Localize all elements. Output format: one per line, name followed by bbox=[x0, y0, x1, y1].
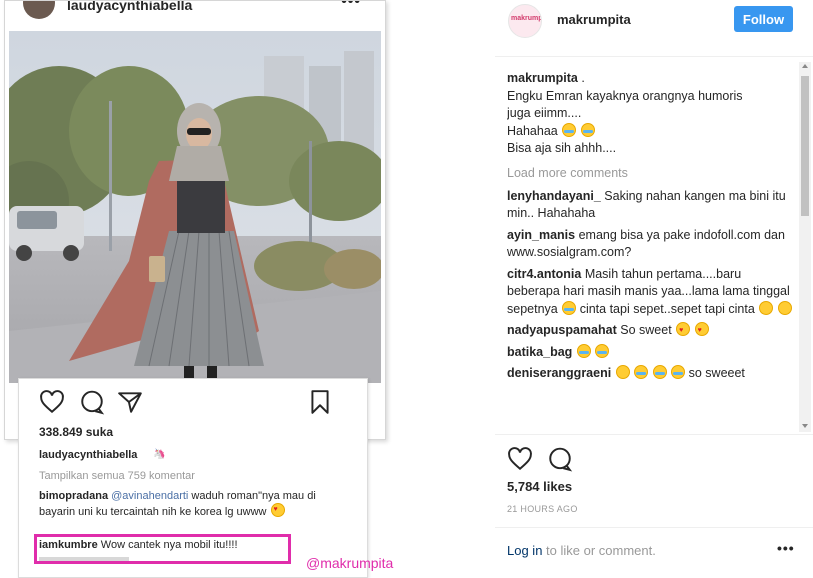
comment-author-link[interactable]: batika_bag bbox=[507, 345, 572, 359]
scroll-down-arrow-icon[interactable] bbox=[802, 424, 808, 428]
comment-mention: @avinahendarti bbox=[111, 490, 189, 502]
avatar[interactable]: makrumpita bbox=[508, 4, 542, 38]
comments-scrollbar[interactable] bbox=[799, 62, 811, 432]
login-prompt: Log in to like or comment. bbox=[507, 543, 656, 558]
post-username-link[interactable]: makrumpita bbox=[557, 12, 631, 27]
tears-of-joy-emoji-icon bbox=[671, 365, 686, 379]
comment-item: ayin_manis emang bisa ya pake indofoll.c… bbox=[507, 227, 797, 262]
login-prompt-text: to like or comment. bbox=[546, 543, 656, 558]
comment-text: so sweeet bbox=[688, 366, 745, 380]
post-side-panel: makrumpita makrumpita Follow makrumpita … bbox=[495, 0, 813, 578]
tears-of-joy-emoji-icon bbox=[595, 343, 610, 358]
caption: makrumpita . Engku Emran kayaknya orangn… bbox=[507, 70, 797, 158]
caption-author-suffix: . bbox=[581, 71, 585, 85]
screenshot-post-card: laudyacynthiabella ••• bbox=[4, 0, 386, 440]
highlight-box bbox=[34, 534, 291, 564]
login-link[interactable]: Log in bbox=[507, 543, 542, 558]
actions-divider bbox=[495, 434, 813, 435]
comment-item: citr4.antonia Masih tahun pertama....bar… bbox=[507, 266, 797, 319]
screenshot-view-all-comments: Tampilkan semua 759 komentar bbox=[39, 470, 195, 482]
screenshot-username: laudyacynthiabella bbox=[67, 0, 193, 13]
heart-icon bbox=[40, 390, 64, 414]
comment-item: batika_bag bbox=[507, 343, 797, 362]
tears-of-joy-emoji-icon bbox=[562, 122, 577, 137]
like-heart-icon[interactable] bbox=[507, 446, 533, 472]
caption-line: Hahahaa bbox=[507, 123, 558, 138]
tears-of-joy-emoji-icon bbox=[580, 122, 595, 137]
load-more-comments-link[interactable]: Load more comments bbox=[507, 166, 797, 180]
grinning-sweat-emoji-icon bbox=[777, 300, 792, 315]
unicorn-icon: 🦄 bbox=[153, 449, 166, 460]
comment-author-link[interactable]: nadyapuspamahat bbox=[507, 323, 617, 337]
comment-text: cinta tapi sepet..sepet tapi cinta bbox=[579, 301, 755, 316]
comment-text: So sweet bbox=[620, 323, 672, 337]
scroll-up-arrow-icon[interactable] bbox=[802, 64, 808, 68]
post-action-bar bbox=[507, 446, 607, 472]
bookmark-icon bbox=[311, 390, 329, 414]
caption-line: Bisa aja sih ahhh.... bbox=[507, 141, 617, 155]
header-divider bbox=[495, 56, 813, 57]
comment-author-link[interactable]: lenyhandayani_ bbox=[507, 189, 601, 203]
scrollbar-thumb[interactable] bbox=[801, 76, 809, 216]
heart-eyes-emoji-icon bbox=[676, 322, 691, 340]
screenshot-comment: bimopradana @avinahendarti waduh roman"n… bbox=[39, 489, 339, 519]
watermark-text: @makrumpita bbox=[306, 555, 394, 571]
post-header: makrumpita makrumpita Follow bbox=[495, 0, 813, 50]
comment-author-link[interactable]: ayin_manis bbox=[507, 228, 575, 242]
more-options-icon[interactable]: ••• bbox=[777, 540, 795, 556]
post-timestamp[interactable]: 21 HOURS AGO bbox=[507, 504, 578, 514]
screenshot-like-count: 338.849 suka bbox=[39, 425, 114, 439]
screenshot-avatar bbox=[23, 1, 55, 19]
comment-item: lenyhandayani_ Saking nahan kangen ma bi… bbox=[507, 188, 797, 223]
grinning-sweat-emoji-icon bbox=[759, 300, 774, 315]
tears-of-joy-emoji-icon bbox=[634, 365, 649, 379]
tears-of-joy-emoji-icon bbox=[652, 365, 667, 379]
comment-icon bbox=[81, 390, 105, 415]
like-count[interactable]: 5,784 likes bbox=[507, 479, 572, 494]
screenshot-caption-author: laudyacynthiabella bbox=[39, 449, 138, 461]
comments-list: makrumpita . Engku Emran kayaknya orangn… bbox=[507, 70, 797, 432]
comment-author-link[interactable]: citr4.antonia bbox=[507, 267, 581, 281]
tears-of-joy-emoji-icon bbox=[576, 343, 591, 358]
follow-button[interactable]: Follow bbox=[734, 6, 793, 32]
post-photo bbox=[9, 31, 381, 383]
avatar-logo-text: makrumpita bbox=[511, 15, 542, 22]
comment-author: bimopradana bbox=[39, 490, 109, 502]
embedded-screenshot: laudyacynthiabella ••• 338.849 suka laud… bbox=[0, 0, 495, 578]
comment-author-link[interactable]: deniseranggraeni bbox=[507, 366, 611, 380]
grin-emoji-icon bbox=[615, 365, 630, 379]
screenshot-post-header: laudyacynthiabella ••• bbox=[5, 1, 385, 29]
screenshot-action-bar bbox=[39, 389, 339, 417]
heart-eyes-emoji-icon bbox=[694, 322, 709, 340]
tears-of-joy-emoji-icon bbox=[562, 300, 577, 315]
more-options-icon: ••• bbox=[341, 0, 361, 10]
footer-divider bbox=[495, 527, 813, 528]
comment-icon[interactable] bbox=[547, 446, 573, 472]
caption-line: juga eiimm.... bbox=[507, 106, 582, 120]
share-icon bbox=[118, 392, 142, 413]
caption-author-link[interactable]: makrumpita bbox=[507, 71, 578, 85]
comment-item: deniseranggraeni so sweeet bbox=[507, 365, 797, 383]
caption-line: Engku Emran kayaknya orangnya humoris bbox=[507, 88, 743, 103]
comment-item: nadyapuspamahat So sweet bbox=[507, 322, 797, 340]
heart-eyes-emoji-icon bbox=[270, 503, 285, 517]
